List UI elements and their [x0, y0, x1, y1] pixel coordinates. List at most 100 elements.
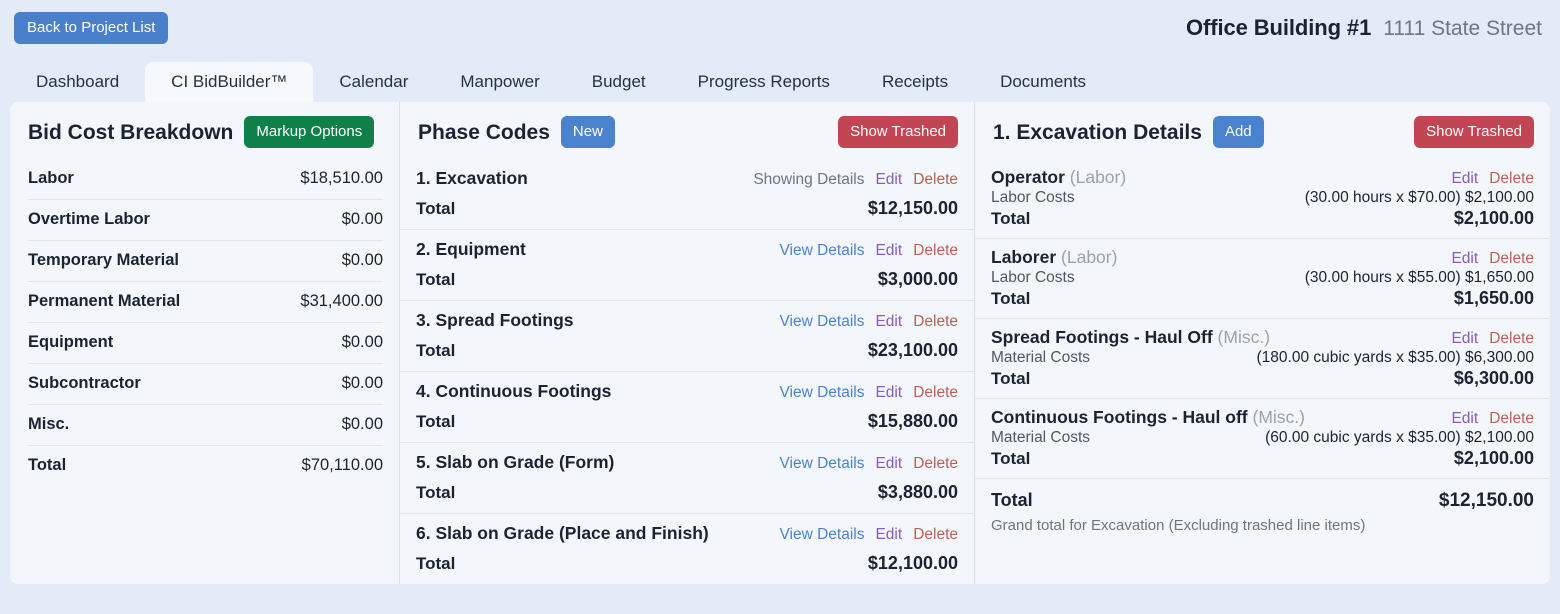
edit-detail-link[interactable]: Edit: [1451, 250, 1478, 268]
edit-phase-link[interactable]: Edit: [875, 384, 902, 402]
markup-options-button[interactable]: Markup Options: [244, 116, 375, 148]
phase-code-name-row: 3. Spread Footings View Details Edit Delete: [416, 310, 958, 331]
detail-item-total-value: $1,650.00: [1453, 288, 1534, 308]
delete-detail-link[interactable]: Delete: [1489, 170, 1534, 188]
edit-detail-link[interactable]: Edit: [1451, 330, 1478, 348]
detail-item-total-value: $6,300.00: [1453, 368, 1534, 388]
phase-code-total-label: Total: [416, 554, 456, 573]
edit-phase-link[interactable]: Edit: [875, 313, 902, 331]
view-details-link[interactable]: View Details: [779, 384, 864, 402]
detail-item-title-row: Operator (Labor) Edit Delete: [991, 167, 1534, 188]
phase-code-total-value: $3,000.00: [877, 269, 958, 289]
detail-item-name: Laborer: [991, 247, 1057, 267]
phase-code-item: 6. Slab on Grade (Place and Finish) View …: [400, 513, 974, 584]
cost-row-value: $18,510.00: [300, 169, 383, 187]
edit-phase-link[interactable]: Edit: [875, 526, 902, 544]
detail-item-name: Spread Footings - Haul Off: [991, 327, 1213, 347]
tab-calendar[interactable]: Calendar: [313, 62, 434, 102]
add-detail-button[interactable]: Add: [1212, 116, 1264, 148]
delete-detail-link[interactable]: Delete: [1489, 410, 1534, 428]
view-details-link[interactable]: View Details: [779, 526, 864, 544]
showing-details-label: Showing Details: [753, 171, 865, 188]
detail-item-kind: (Misc.): [1217, 327, 1271, 347]
tab-ci-bidbuilder[interactable]: CI BidBuilder™: [145, 62, 314, 102]
edit-detail-link[interactable]: Edit: [1451, 170, 1478, 188]
phase-codes-header: Phase Codes New Show Trashed: [400, 102, 974, 159]
tab-bar: Dashboard CI BidBuilder™ Calendar Manpower B…: [0, 56, 1560, 102]
cost-row-label: Total: [28, 456, 67, 474]
detail-item-calc-expression: (180.00 cubic yards x $35.00): [1256, 349, 1461, 366]
phase-code-actions: View Details Edit Delete: [779, 242, 958, 260]
tab-label: Dashboard: [36, 72, 120, 91]
delete-detail-link[interactable]: Delete: [1489, 250, 1534, 268]
project-header: Office Building #1 1111 State Street: [1186, 15, 1544, 41]
detail-item-total-label: Total: [991, 209, 1031, 228]
cost-row-label: Subcontractor: [28, 374, 141, 392]
tab-progress-reports[interactable]: Progress Reports: [672, 62, 856, 102]
new-phase-button[interactable]: New: [560, 116, 615, 148]
detail-item-cost-type: Material Costs: [991, 349, 1091, 366]
detail-grand-total-label: Total: [991, 490, 1033, 510]
excavation-details-title: 1. Excavation Details: [993, 120, 1202, 144]
edit-phase-link[interactable]: Edit: [875, 455, 902, 473]
phase-code-total-value: $15,880.00: [867, 411, 958, 431]
delete-phase-link[interactable]: Delete: [913, 313, 958, 331]
tab-budget[interactable]: Budget: [566, 62, 672, 102]
phase-code-total-label: Total: [416, 270, 456, 289]
phase-code-item: 4. Continuous Footings View Details Edit De…: [400, 371, 974, 442]
cost-row: Misc. $0.00: [28, 405, 383, 446]
tab-receipts[interactable]: Receipts: [856, 62, 974, 102]
phase-code-total-row: Total $12,100.00: [416, 553, 958, 574]
excavation-details-header: 1. Excavation Details Add Show Trashed: [975, 102, 1550, 159]
detail-item-calculation: (60.00 cubic yards x $35.00) $2,100.00: [1265, 429, 1534, 447]
delete-detail-link[interactable]: Delete: [1489, 330, 1534, 348]
view-details-link[interactable]: View Details: [779, 455, 864, 473]
edit-phase-link[interactable]: Edit: [875, 171, 902, 189]
edit-phase-link[interactable]: Edit: [875, 242, 902, 260]
detail-show-trashed-button[interactable]: Show Trashed: [1414, 116, 1534, 148]
detail-item-amount: $2,100.00: [1465, 429, 1534, 446]
detail-line-item-list: Operator (Labor) Edit Delete Labor Costs (30…: [975, 159, 1550, 478]
phase-code-actions: View Details Edit Delete: [779, 313, 958, 331]
phase-code-total-label: Total: [416, 412, 456, 431]
detail-item-title-row: Laborer (Labor) Edit Delete: [991, 247, 1534, 268]
phase-code-total-label: Total: [416, 341, 456, 360]
detail-item-actions: Edit Delete: [1451, 330, 1534, 348]
phase-code-item: 3. Spread Footings View Details Edit Delete…: [400, 300, 974, 371]
phase-code-total-value: $23,100.00: [867, 340, 958, 360]
tab-documents[interactable]: Documents: [974, 62, 1112, 102]
tab-label: Manpower: [460, 72, 540, 91]
excavation-details-panel: 1. Excavation Details Add Show Trashed O…: [975, 102, 1550, 584]
detail-line-item: Spread Footings - Haul Off (Misc.) Edit De…: [975, 318, 1550, 398]
edit-detail-link[interactable]: Edit: [1451, 410, 1478, 428]
delete-phase-link[interactable]: Delete: [913, 526, 958, 544]
tab-manpower[interactable]: Manpower: [434, 62, 565, 102]
cost-row: Equipment $0.00: [28, 323, 383, 364]
delete-phase-link[interactable]: Delete: [913, 455, 958, 473]
phase-code-actions: View Details Edit Delete: [779, 384, 958, 402]
project-address: 1111 State Street: [1383, 17, 1542, 40]
detail-item-cost-type: Labor Costs: [991, 189, 1075, 206]
back-to-project-list-button[interactable]: Back to Project List: [14, 12, 169, 44]
phase-code-name-row: 6. Slab on Grade (Place and Finish) View …: [416, 523, 958, 544]
detail-item-cost-row: Labor Costs (30.00 hours x $55.00) $1,650…: [991, 269, 1534, 287]
phase-code-item: 5. Slab on Grade (Form) View Details Edit D…: [400, 442, 974, 513]
detail-item-name: Continuous Footings - Haul off: [991, 407, 1248, 427]
delete-phase-link[interactable]: Delete: [913, 242, 958, 260]
cost-row: Total $70,110.00: [28, 446, 383, 486]
phase-code-item: 1. Excavation Showing Details Edit Delete To…: [400, 159, 974, 229]
detail-item-cost-type: Labor Costs: [991, 269, 1075, 286]
tab-dashboard[interactable]: Dashboard: [10, 62, 145, 102]
delete-phase-link[interactable]: Delete: [913, 171, 958, 189]
panels-container: Bid Cost Breakdown Markup Options Labor $…: [10, 102, 1550, 584]
detail-item-calc-expression: (30.00 hours x $55.00): [1304, 269, 1461, 286]
phase-code-total-value: $12,150.00: [867, 198, 958, 218]
detail-grand-total: Total $12,150.00 Grand total for Excavat…: [975, 478, 1550, 543]
phase-show-trashed-button[interactable]: Show Trashed: [838, 116, 958, 148]
cost-row-value: $70,110.00: [301, 456, 383, 474]
delete-phase-link[interactable]: Delete: [913, 384, 958, 402]
view-details-link[interactable]: View Details: [779, 242, 864, 260]
view-details-link[interactable]: View Details: [779, 313, 864, 331]
detail-item-kind: (Labor): [1061, 247, 1118, 267]
bid-cost-breakdown-title: Bid Cost Breakdown: [28, 120, 234, 144]
